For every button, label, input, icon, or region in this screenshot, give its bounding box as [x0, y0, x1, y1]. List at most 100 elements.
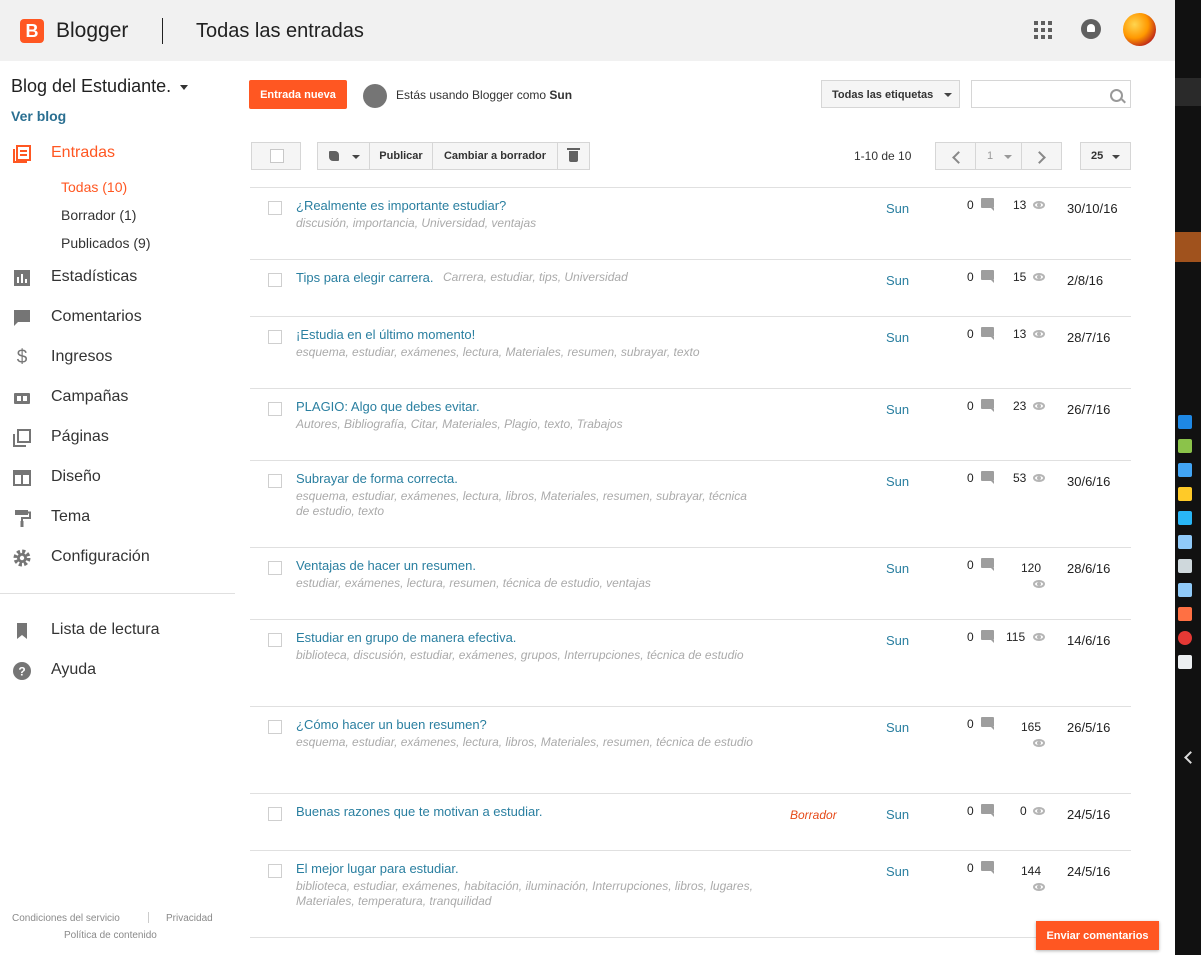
chevron-left-icon [952, 151, 965, 164]
post-title-link[interactable]: Subrayar de forma correcta. [296, 471, 458, 486]
sidebar-item-help[interactable]: ? Ayuda [0, 655, 235, 687]
row-checkbox[interactable] [268, 633, 282, 647]
row-checkbox[interactable] [268, 330, 282, 344]
row-checkbox[interactable] [268, 201, 282, 215]
row-checkbox[interactable] [268, 561, 282, 575]
labels-filter-dropdown[interactable]: Todas las etiquetas [821, 80, 960, 108]
document-icon[interactable] [1178, 655, 1192, 669]
post-labels[interactable]: estudiar, exámenes, lectura, resumen, té… [296, 576, 756, 591]
eye-icon [1033, 580, 1045, 588]
row-checkbox[interactable] [268, 474, 282, 488]
display-icon[interactable] [1178, 535, 1192, 549]
post-labels[interactable]: biblioteca, discusión, estudiar, exámene… [296, 648, 756, 663]
post-author[interactable]: Sun [886, 402, 909, 417]
sidebar-item-earnings[interactable]: $ Ingresos [0, 342, 235, 374]
blogger-logo-icon[interactable]: B [20, 19, 44, 43]
post-view-count: 120 [1021, 561, 1042, 575]
publish-button[interactable]: Publicar [369, 142, 433, 170]
post-labels[interactable]: Carrera, estudiar, tips, Universidad [443, 270, 903, 285]
chrome-icon[interactable] [1178, 631, 1192, 645]
search-icon[interactable] [1110, 89, 1123, 102]
post-title-link[interactable]: Buenas razones que te motivan a estudiar… [296, 804, 542, 819]
eye-icon [1033, 883, 1045, 891]
post-title-link[interactable]: ¿Cómo hacer un buen resumen? [296, 717, 487, 732]
label-button[interactable] [317, 142, 370, 170]
sidebar-item-theme[interactable]: Tema [0, 502, 235, 534]
privacy-link[interactable]: Privacidad [166, 913, 213, 924]
sidebar-item-comments[interactable]: Comentarios [0, 302, 235, 334]
post-title-link[interactable]: Ventajas de hacer un resumen. [296, 558, 476, 573]
post-labels[interactable]: esquema, estudiar, exámenes, lectura, li… [296, 735, 756, 750]
row-checkbox[interactable] [268, 720, 282, 734]
post-labels[interactable]: Autores, Bibliografía, Citar, Materiales… [296, 417, 756, 432]
post-view-count: 115 [1006, 630, 1026, 644]
sidebar-subitem-published[interactable]: Publicados (9) [61, 235, 151, 251]
post-labels[interactable]: biblioteca, estudiar, exámenes, habitaci… [296, 879, 756, 909]
post-title-link[interactable]: PLAGIO: Algo que debes evitar. [296, 399, 480, 414]
post-author[interactable]: Sun [886, 561, 909, 576]
sidebar-item-pages[interactable]: Páginas [0, 422, 235, 454]
blog-name[interactable]: Blog del Estudiante. [11, 76, 171, 97]
post-author[interactable]: Sun [886, 720, 909, 735]
send-feedback-button[interactable]: Enviar comentarios [1036, 921, 1159, 950]
post-view-count: 53 [1013, 471, 1027, 485]
network-icon[interactable] [1178, 511, 1192, 525]
post-labels[interactable]: esquema, estudiar, exámenes, lectura, li… [296, 489, 756, 519]
post-author[interactable]: Sun [886, 474, 909, 489]
chevron-right-icon [1033, 151, 1046, 164]
sidebar-item-layout[interactable]: Diseño [0, 462, 235, 494]
recycle-icon[interactable] [1178, 559, 1192, 573]
sidebar-subitem-drafts[interactable]: Borrador (1) [61, 207, 136, 223]
next-page-button[interactable] [1021, 142, 1062, 170]
post-author[interactable]: Sun [886, 864, 909, 879]
display-icon-2[interactable] [1178, 583, 1192, 597]
sidebar-item-posts[interactable]: Entradas [0, 138, 235, 170]
account-avatar[interactable] [1123, 13, 1156, 46]
brand-name[interactable]: Blogger [56, 19, 128, 43]
revert-draft-button[interactable]: Cambiar a borrador [432, 142, 558, 170]
prev-page-button[interactable] [935, 142, 976, 170]
sidebar-item-campaigns[interactable]: Campañas [0, 382, 235, 414]
post-title-link[interactable]: Tips para elegir carrera. [296, 270, 434, 285]
sidebar-item-reading-list[interactable]: Lista de lectura [0, 615, 235, 647]
post-date: 30/10/16 [1067, 201, 1118, 216]
row-divider [250, 547, 1131, 548]
delete-button[interactable] [557, 142, 590, 170]
post-title-link[interactable]: ¡Estudia en el último momento! [296, 327, 475, 342]
blog-dropdown-icon[interactable] [180, 85, 188, 90]
folder-icon[interactable] [1178, 487, 1192, 501]
sidebar-subitem-all[interactable]: Todas (10) [61, 179, 127, 195]
post-title-link[interactable]: ¿Realmente es importante estudiar? [296, 198, 506, 213]
onedrive-icon[interactable] [1178, 415, 1192, 429]
row-checkbox[interactable] [268, 864, 282, 878]
new-post-button[interactable]: Entrada nueva [249, 80, 347, 109]
post-labels[interactable]: esquema, estudiar, exámenes, lectura, Ma… [296, 345, 756, 360]
row-checkbox[interactable] [268, 807, 282, 821]
sidebar-item-settings[interactable]: Configuración [0, 542, 235, 574]
post-author[interactable]: Sun [886, 201, 909, 216]
trash-icon [567, 148, 580, 162]
post-author[interactable]: Sun [886, 273, 909, 288]
notifications-icon[interactable] [1081, 19, 1101, 39]
per-page-select[interactable]: 25 [1080, 142, 1131, 170]
search-input[interactable] [971, 80, 1131, 108]
row-checkbox[interactable] [268, 273, 282, 287]
post-title-link[interactable]: Estudiar en grupo de manera efectiva. [296, 630, 516, 645]
sidebar-item-stats[interactable]: Estadísticas [0, 262, 235, 294]
content-policy-link[interactable]: Política de contenido [64, 930, 157, 941]
terms-link[interactable]: Condiciones del servicio [12, 913, 120, 924]
apps-grid-icon[interactable] [1034, 21, 1052, 39]
app-icon[interactable] [1178, 607, 1192, 621]
post-title-link[interactable]: El mejor lugar para estudiar. [296, 861, 459, 876]
row-checkbox[interactable] [268, 402, 282, 416]
post-author[interactable]: Sun [886, 807, 909, 822]
post-author[interactable]: Sun [886, 330, 909, 345]
view-blog-link[interactable]: Ver blog [11, 108, 66, 124]
post-labels[interactable]: discusión, importancia, Universidad, ven… [296, 216, 756, 231]
user-icon[interactable] [1178, 439, 1192, 453]
select-all-checkbox[interactable] [251, 142, 301, 170]
post-author[interactable]: Sun [886, 633, 909, 648]
monitor-icon[interactable] [1178, 463, 1192, 477]
post-date: 26/7/16 [1067, 402, 1111, 417]
page-select[interactable]: 1 [975, 142, 1022, 170]
